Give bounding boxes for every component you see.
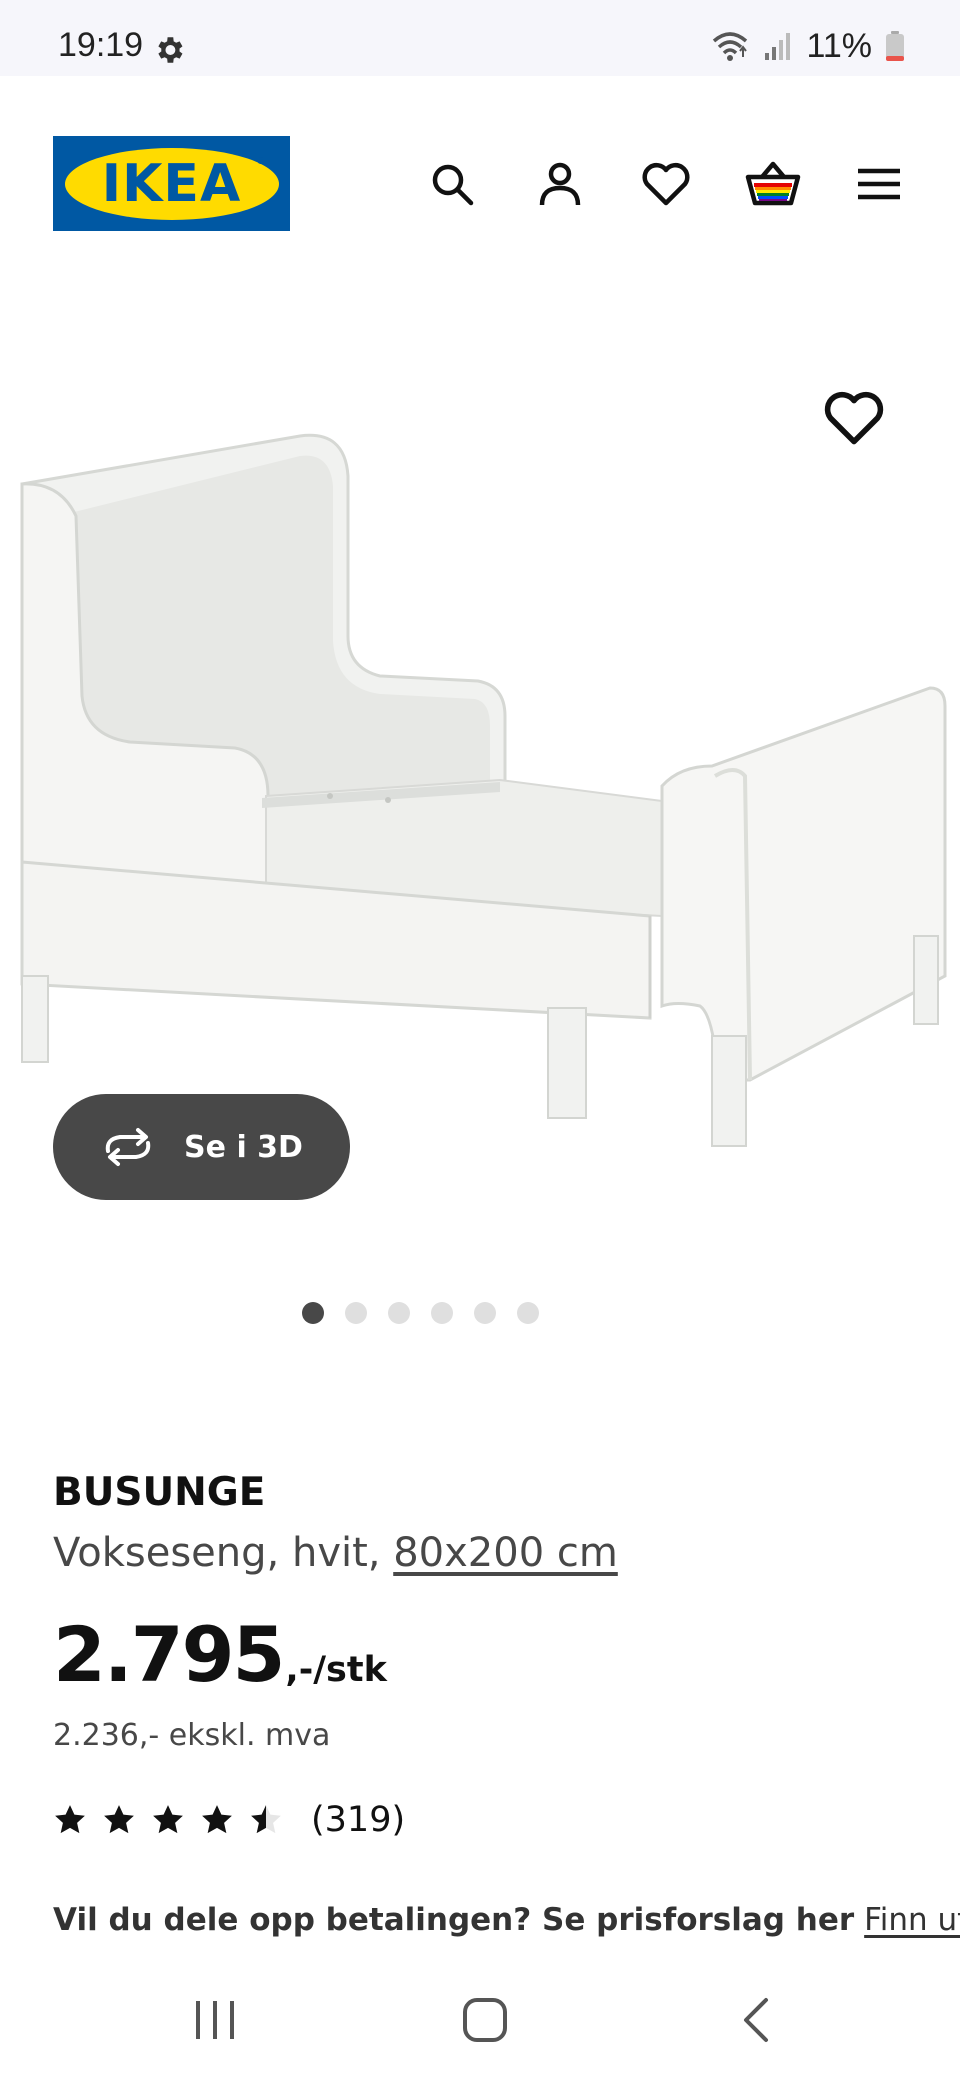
search-icon [432, 164, 474, 206]
product-image-carousel[interactable]: Se i 3D [0, 296, 960, 1296]
product-rating[interactable]: (319) [53, 1800, 405, 1840]
star-icon [104, 1805, 134, 1834]
registered-mark: ® [257, 155, 265, 167]
wifi-icon [713, 32, 748, 61]
installment-text: Vil du dele opp betalingen? Se prisforsl… [53, 1902, 855, 1938]
rotate-3d-icon [105, 1128, 151, 1166]
heart-icon [824, 391, 884, 445]
product-description: Vokseseng, hvit, 80x200 cm [53, 1530, 618, 1576]
back-icon [744, 1998, 768, 2042]
account-button[interactable] [532, 156, 588, 212]
ikea-logo[interactable]: IKEA ® [53, 136, 290, 231]
logo-text: IKEA [101, 153, 242, 214]
logo-oval: IKEA ® [64, 147, 279, 220]
status-bar: 19:19 11% [0, 0, 960, 76]
home-button[interactable] [450, 1990, 520, 2050]
battery-percent: 11% [806, 26, 872, 65]
star-icon [202, 1805, 232, 1834]
carousel-dot-6[interactable] [516, 1302, 539, 1324]
menu-button[interactable] [851, 156, 907, 212]
half-star-icon [251, 1805, 281, 1834]
search-button[interactable] [424, 156, 480, 212]
price-main: 2.795 [53, 1610, 285, 1699]
signal-icon [765, 33, 791, 60]
account-icon [539, 162, 581, 206]
status-time: 19:19 [58, 26, 144, 64]
add-to-favourites-button[interactable] [823, 389, 885, 451]
basket-icon [745, 161, 801, 206]
installment-link[interactable]: Finn ut [864, 1902, 960, 1938]
menu-icon [858, 168, 900, 200]
view-in-3d-label: Se i 3D [184, 1129, 303, 1165]
rating-stars [53, 1803, 283, 1837]
carousel-dot-1[interactable] [301, 1302, 324, 1324]
carousel-pagination [0, 1302, 960, 1324]
back-button[interactable] [720, 1990, 790, 2050]
size-link[interactable]: 80x200 cm [393, 1530, 618, 1576]
carousel-dot-4[interactable] [430, 1302, 453, 1324]
price-suffix: ,-/stk [285, 1650, 387, 1690]
product-image [20, 433, 947, 1147]
product-description-text: Vokseseng, hvit, [53, 1530, 394, 1576]
favourites-button[interactable] [638, 156, 694, 212]
gear-icon [158, 37, 183, 63]
carousel-dot-3[interactable] [387, 1302, 410, 1324]
recent-apps-button[interactable] [180, 1990, 250, 2050]
cart-button[interactable] [745, 156, 801, 212]
recent-apps-icon [196, 2001, 234, 2039]
product-name: BUSUNGE [53, 1470, 266, 1515]
price-ex-vat: 2.236,- ekskl. mva [53, 1718, 331, 1753]
status-indicators: 11% [710, 26, 904, 66]
rating-count: (319) [311, 1800, 406, 1840]
star-icon [153, 1805, 183, 1834]
battery-icon [886, 31, 904, 61]
carousel-dot-2[interactable] [344, 1302, 367, 1324]
view-in-3d-button[interactable]: Se i 3D [53, 1094, 350, 1200]
installment-info: Vil du dele opp betalingen? Se prisforsl… [53, 1902, 960, 1938]
home-icon [463, 1998, 507, 2042]
star-icon [55, 1805, 85, 1834]
system-navigation-bar [0, 1960, 960, 2080]
site-header: IKEA ® [0, 76, 960, 296]
carousel-dot-5[interactable] [473, 1302, 496, 1324]
heart-icon [642, 162, 690, 206]
product-price: 2.795 ,-/stk [53, 1610, 387, 1699]
